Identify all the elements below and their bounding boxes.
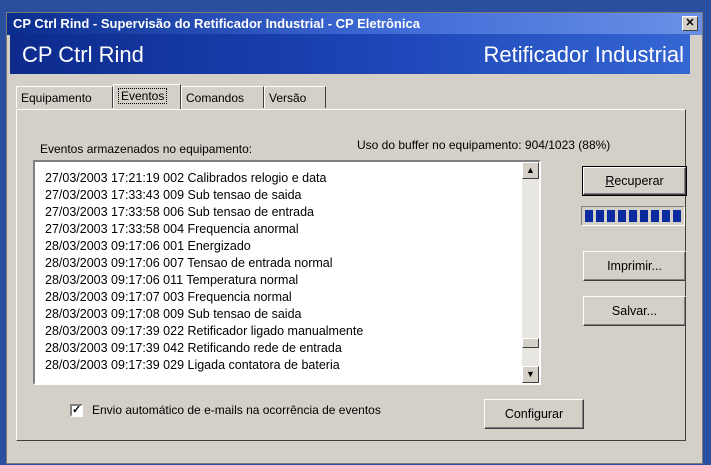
progress-block <box>673 210 681 222</box>
recover-label: ecuperar <box>614 174 664 188</box>
product-name: Retificador Industrial <box>483 42 684 67</box>
progress-block <box>662 210 670 222</box>
app-name: CP Ctrl Rind <box>22 42 144 67</box>
progress-block <box>640 210 648 222</box>
scroll-thumb[interactable] <box>522 338 539 348</box>
progress-block <box>618 210 626 222</box>
recover-button[interactable]: Recuperar <box>582 166 687 196</box>
tab-label: Equipamento <box>21 91 92 105</box>
progress-block <box>651 210 659 222</box>
tab-label: Versão <box>269 91 307 105</box>
tab-eventos[interactable]: Eventos <box>113 84 181 109</box>
progress-block <box>607 210 615 222</box>
window-title: CP Ctrl Rind - Supervisão do Retificador… <box>13 16 420 31</box>
list-item[interactable]: 28/03/2003 09:17:06 011 Temperatura norm… <box>45 272 298 289</box>
scroll-up-icon[interactable]: ▲ <box>522 162 539 179</box>
print-button[interactable]: Imprimir... <box>583 251 686 281</box>
list-item[interactable]: 27/03/2003 17:21:19 002 Calibrados relog… <box>45 170 326 187</box>
events-list[interactable]: 27/03/2003 17:21:19 002 Calibrados relog… <box>33 160 541 385</box>
list-item[interactable]: 28/03/2003 09:17:39 029 Ligada contatora… <box>45 357 340 374</box>
tab-equipamento[interactable]: Equipamento <box>16 86 113 108</box>
progress-block <box>596 210 604 222</box>
tab-label: Comandos <box>186 91 245 105</box>
vertical-scrollbar[interactable]: ▲ ▼ <box>522 162 539 383</box>
email-checkbox[interactable]: ✓ <box>70 404 83 417</box>
progress-block <box>629 210 637 222</box>
list-item[interactable]: 27/03/2003 17:33:43 009 Sub tensao de sa… <box>45 187 301 204</box>
recover-accel: R <box>605 174 615 188</box>
header-banner: CP Ctrl Rind Retificador Industrial <box>10 34 690 74</box>
list-item[interactable]: 28/03/2003 09:17:08 009 Sub tensao de sa… <box>45 306 301 323</box>
list-item[interactable]: 28/03/2003 09:17:06 007 Tensao de entrad… <box>45 255 333 272</box>
close-icon[interactable]: ✕ <box>682 16 698 31</box>
save-button[interactable]: Salvar... <box>583 296 686 326</box>
list-item[interactable]: 28/03/2003 09:17:39 022 Retificador liga… <box>45 323 363 340</box>
progress-block <box>585 210 593 222</box>
transfer-progress <box>581 206 685 226</box>
tab-label: Eventos <box>118 88 168 104</box>
tab-versao[interactable]: Versão <box>264 86 326 108</box>
list-item[interactable]: 28/03/2003 09:17:07 003 Frequencia norma… <box>45 289 292 306</box>
list-item[interactable]: 28/03/2003 09:17:06 001 Energizado <box>45 238 251 255</box>
stored-events-label: Eventos armazenados no equipamento: <box>40 142 253 156</box>
list-item[interactable]: 27/03/2003 17:33:58 004 Frequencia anorm… <box>45 221 299 238</box>
tab-comandos[interactable]: Comandos <box>181 86 264 108</box>
list-item[interactable]: 27/03/2003 17:33:58 006 Sub tensao de en… <box>45 204 314 221</box>
configure-button[interactable]: Configurar <box>484 399 584 429</box>
scroll-down-icon[interactable]: ▼ <box>522 366 539 383</box>
buffer-usage-label: Uso do buffer no equipamento: 904/1023 (… <box>357 138 611 152</box>
title-bar[interactable]: CP Ctrl Rind - Supervisão do Retificador… <box>7 13 702 35</box>
list-item[interactable]: 28/03/2003 09:17:39 042 Retificando rede… <box>45 340 342 357</box>
email-checkbox-label: Envio automático de e-mails na ocorrênci… <box>92 403 381 417</box>
